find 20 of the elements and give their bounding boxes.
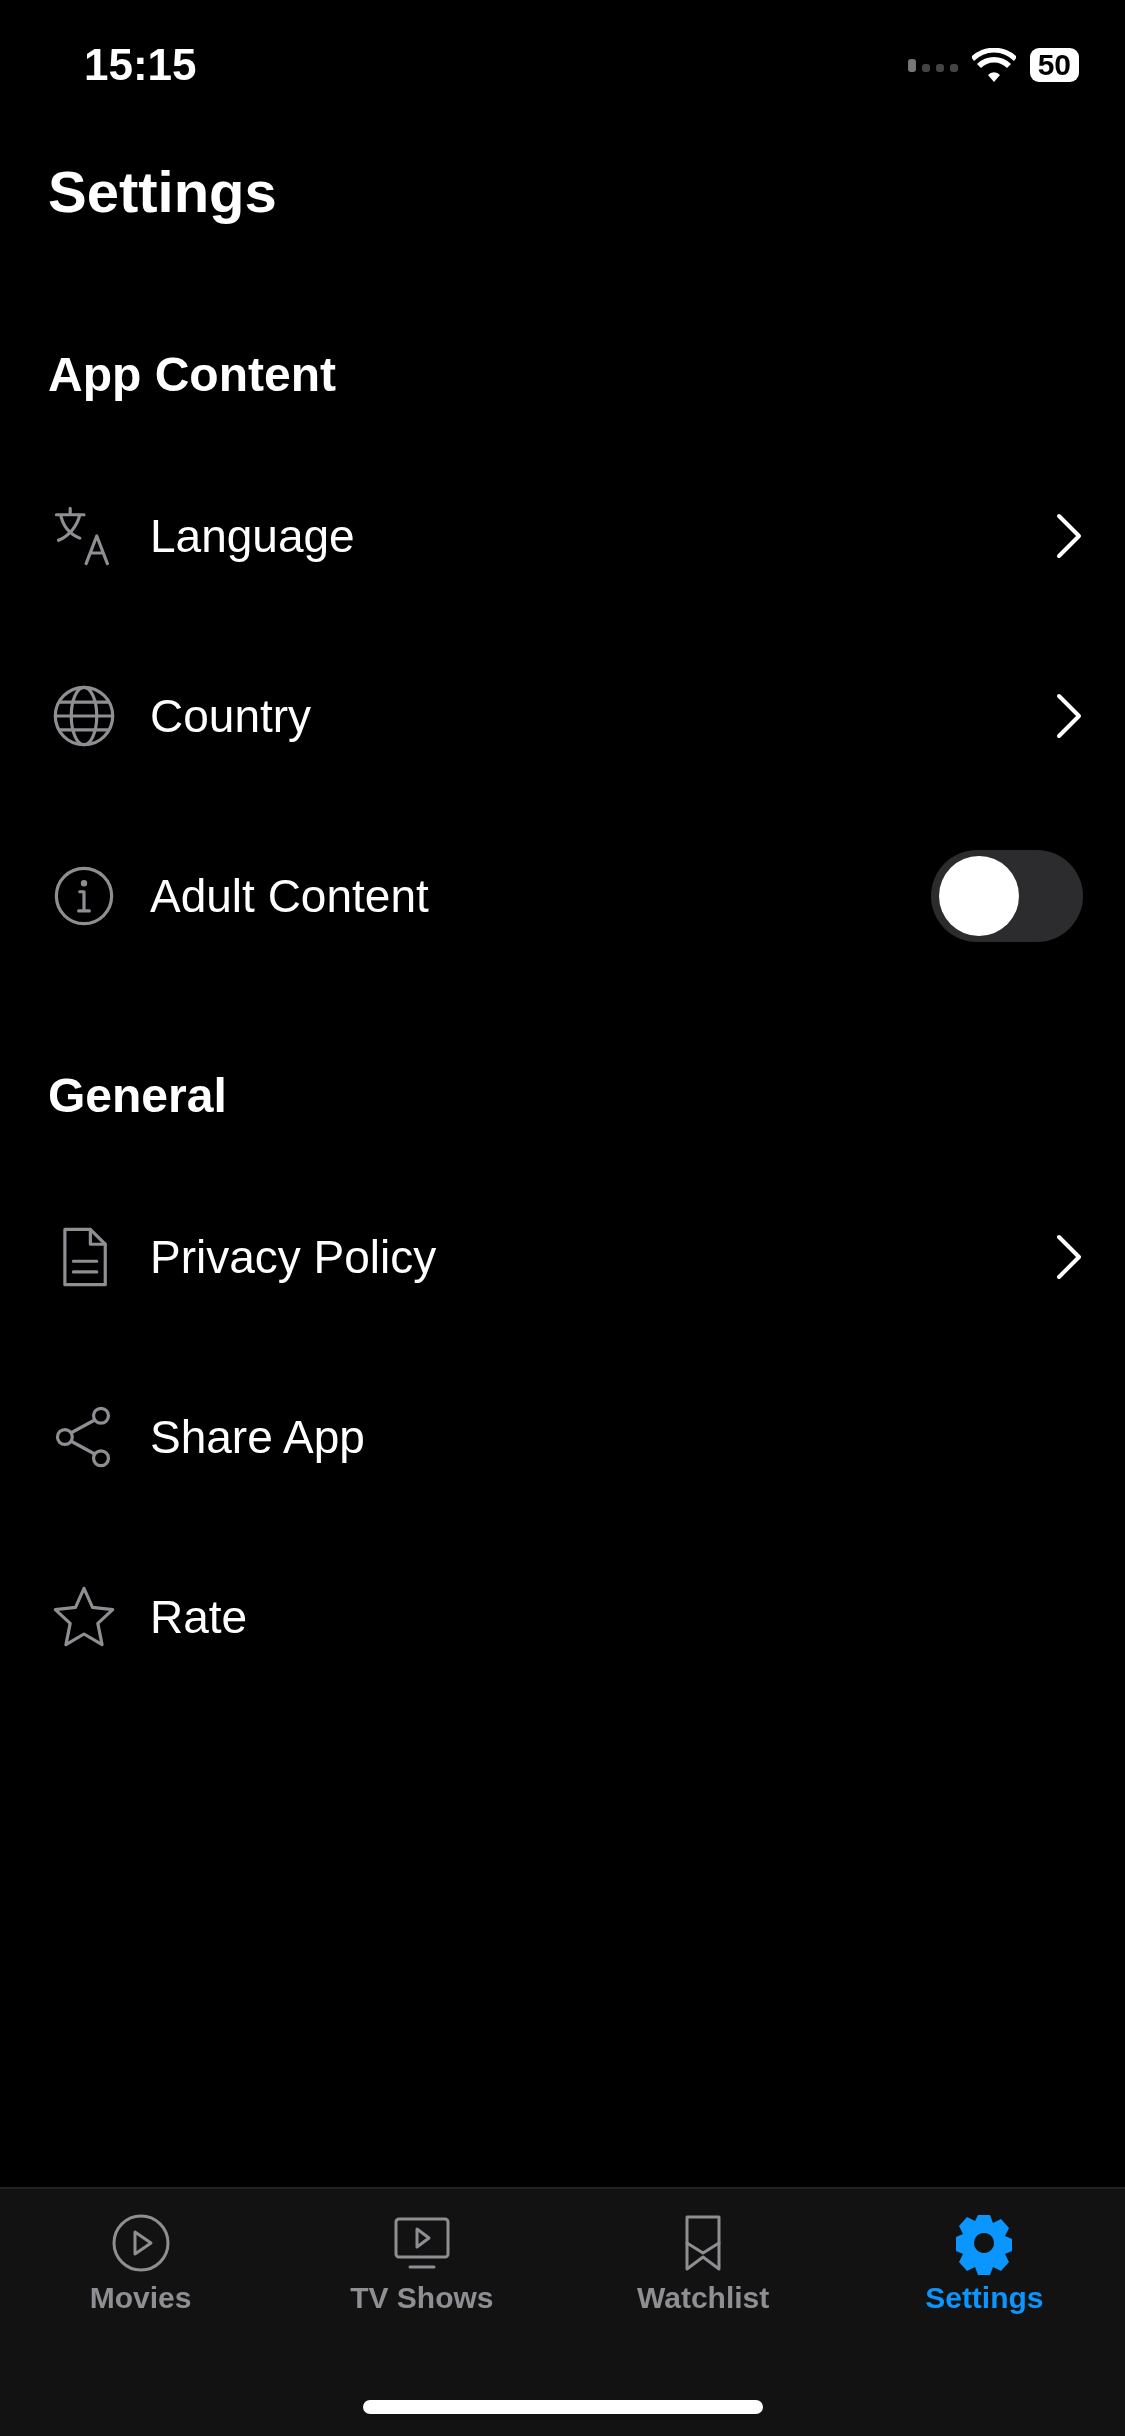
option-label[interactable]: Share App bbox=[150, 1410, 1083, 1464]
tab-bar-item[interactable]: Movies bbox=[0, 2211, 282, 2315]
signal-icon bbox=[907, 57, 958, 73]
wifi-icon bbox=[971, 48, 1016, 82]
option-label[interactable]: Language bbox=[150, 509, 1055, 563]
tab-bar-item[interactable]: TV Shows bbox=[281, 2211, 563, 2315]
option-label[interactable]: Country bbox=[150, 689, 1055, 743]
chevron-right-icon bbox=[1055, 1233, 1083, 1281]
chevron-right-icon bbox=[1055, 692, 1083, 740]
page-title: Settings bbox=[48, 158, 278, 225]
tab-bar-item[interactable]: Settings bbox=[843, 2211, 1125, 2315]
section-heading: General bbox=[48, 1068, 228, 1123]
tab-bar-item[interactable]: Watchlist bbox=[562, 2211, 844, 2315]
option-label[interactable]: Privacy Policy bbox=[150, 1230, 1055, 1284]
section-heading: App Content bbox=[48, 347, 337, 402]
chevron-right-icon bbox=[1055, 512, 1083, 560]
option-label[interactable]: Adult Content bbox=[150, 869, 931, 923]
battery-level: 50 bbox=[1029, 48, 1079, 82]
option-label[interactable]: Rate bbox=[150, 1590, 1083, 1644]
status-time: 15:15 bbox=[84, 40, 197, 90]
